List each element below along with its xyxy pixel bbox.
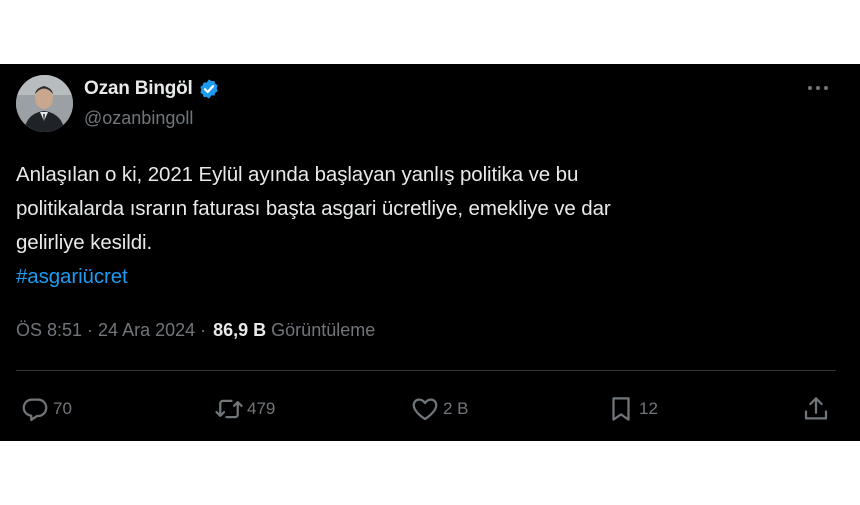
author-name-row[interactable]: Ozan Bingöl bbox=[84, 78, 220, 100]
verified-badge-icon bbox=[200, 79, 218, 99]
like-count: 2 B bbox=[443, 399, 469, 418]
bookmark-button[interactable]: 12 bbox=[606, 394, 658, 424]
bookmark-icon bbox=[612, 397, 630, 421]
like-button[interactable]: 2 B bbox=[410, 394, 469, 424]
tweet-card: Ozan Bingöl @ozanbingoll Anlaşılan o ki,… bbox=[0, 64, 860, 441]
tweet-text: Anlaşılan o ki, 2021 Eylül ayında başlay… bbox=[16, 158, 836, 294]
bookmark-count: 12 bbox=[639, 399, 658, 418]
share-icon bbox=[804, 397, 828, 420]
reply-icon bbox=[22, 398, 48, 421]
tweet-meta: ÖS 8:51 · 24 Ara 2024 · 86,9 B Görüntüle… bbox=[16, 320, 375, 341]
reply-button[interactable]: 70 bbox=[20, 394, 72, 424]
author-name[interactable]: Ozan Bingöl bbox=[84, 78, 193, 100]
reply-count: 70 bbox=[53, 399, 72, 418]
tweet-text-line: politikalarda ısrarın faturası başta asg… bbox=[16, 197, 611, 220]
hashtag-link[interactable]: #asgariücret bbox=[16, 265, 128, 288]
share-button[interactable] bbox=[801, 394, 831, 424]
tweet-text-line: Anlaşılan o ki, 2021 Eylül ayında başlay… bbox=[16, 163, 579, 186]
repost-button[interactable]: 479 bbox=[214, 394, 275, 424]
tweet-text-line: gelirliye kesildi. bbox=[16, 231, 153, 254]
views-count: 86,9 B bbox=[213, 320, 267, 340]
views-label: Görüntüleme bbox=[271, 320, 376, 340]
author-handle[interactable]: @ozanbingoll bbox=[84, 108, 193, 129]
timestamp[interactable]: ÖS 8:51 · 24 Ara 2024 · bbox=[16, 320, 206, 341]
repost-count: 479 bbox=[247, 399, 276, 418]
divider bbox=[16, 370, 836, 371]
heart-icon bbox=[412, 398, 438, 421]
avatar[interactable] bbox=[16, 75, 73, 132]
more-options-icon[interactable] bbox=[806, 78, 830, 98]
repost-icon bbox=[215, 399, 243, 419]
